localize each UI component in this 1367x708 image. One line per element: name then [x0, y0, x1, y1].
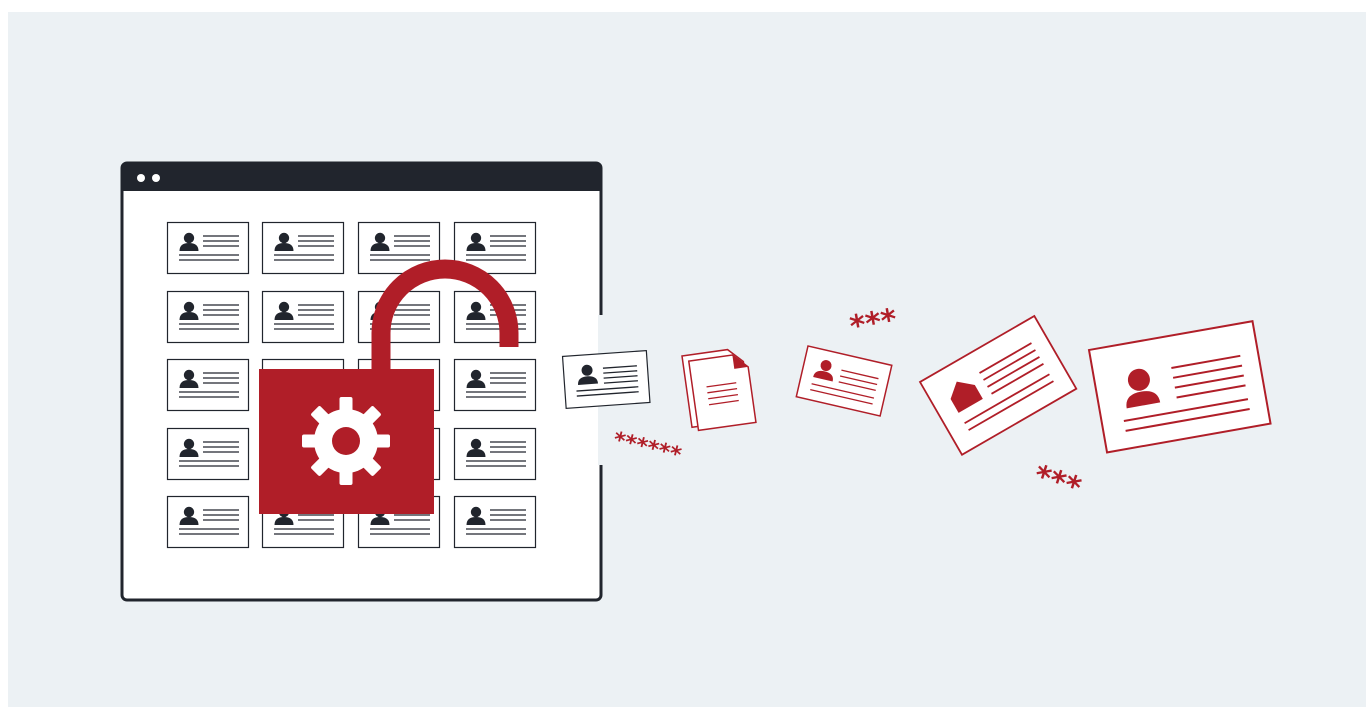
masked-text: ***	[1030, 458, 1086, 506]
home-card	[918, 314, 1078, 456]
profile-card-icon	[453, 495, 537, 549]
data-leak-illustration: ****** *** ***	[120, 161, 1272, 602]
profile-card-icon	[166, 495, 250, 549]
profile-card-icon	[453, 427, 537, 481]
profile-card-icon	[166, 358, 250, 412]
window-titlebar	[122, 163, 601, 191]
profile-card-icon	[166, 427, 250, 481]
profile-card-icon	[561, 349, 651, 409]
profile-card-icon	[166, 290, 250, 344]
profile-card-icon	[261, 221, 345, 275]
document-icon	[681, 348, 757, 432]
profile-card-icon	[453, 358, 537, 412]
masked-text: ******	[611, 428, 685, 469]
gear-icon	[302, 397, 390, 485]
profile-card-icon	[1087, 320, 1272, 454]
window-control-dot	[137, 174, 145, 182]
profile-card-icon	[795, 345, 893, 417]
window-control-dot	[152, 174, 160, 182]
profile-card-icon	[166, 221, 250, 275]
masked-text: ***	[847, 302, 900, 345]
profile-card-icon	[261, 290, 345, 344]
